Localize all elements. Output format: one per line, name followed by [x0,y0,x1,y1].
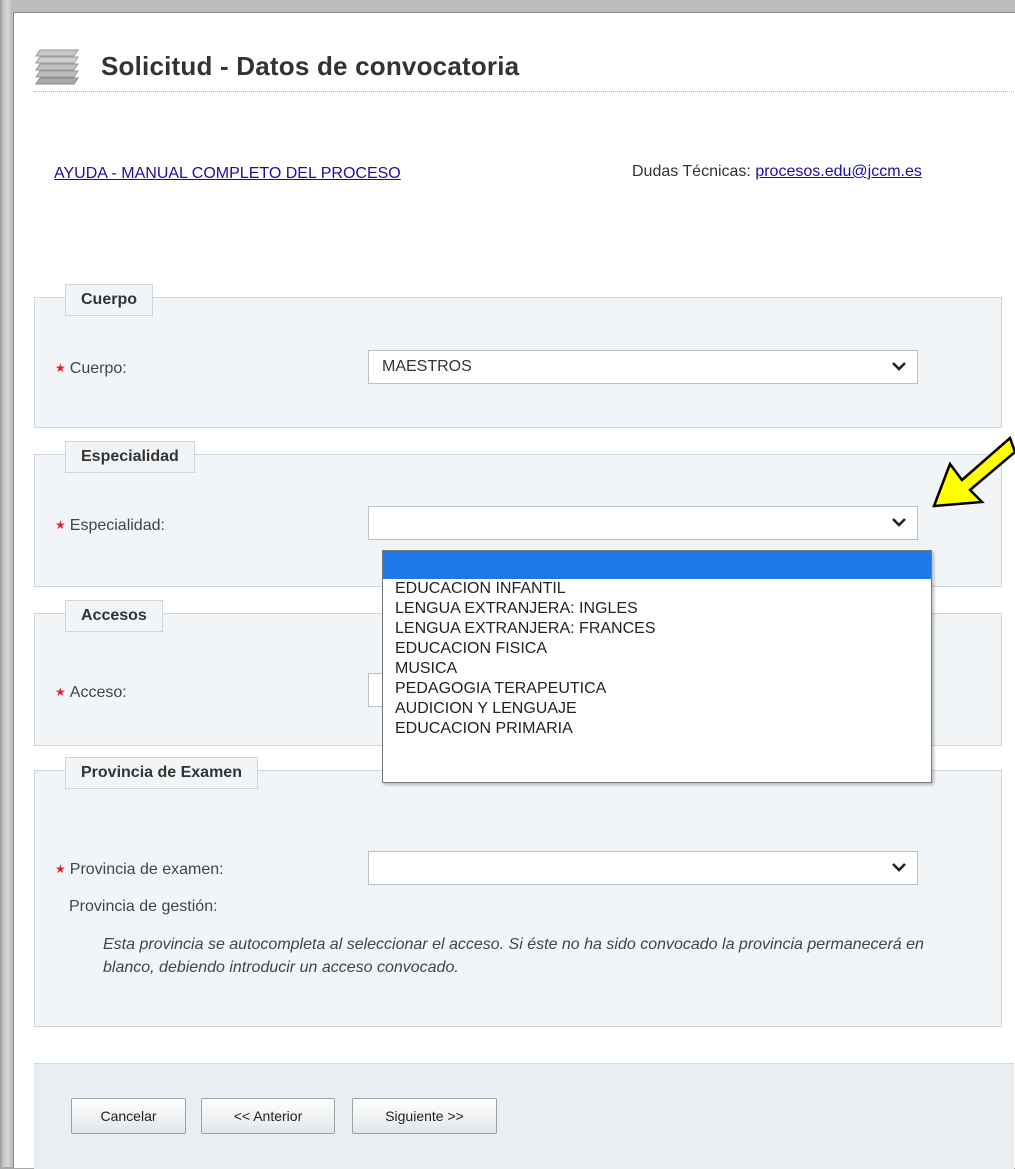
tech-support-label: Dudas Técnicas: [632,163,751,180]
especialidad-option[interactable]: EDUCACION INFANTIL [383,579,931,599]
especialidad-option[interactable]: EDUCACION PRIMARIA [383,719,931,739]
chevron-down-icon [892,863,906,872]
cuerpo-select-value: MAESTROS [382,358,472,375]
provincia-note: Esta provincia se autocompleta al selecc… [103,936,924,976]
cuerpo-label-text: Cuerpo: [69,360,127,377]
section-legend-especialidad: Especialidad [65,441,195,473]
required-star-icon: ★ [55,361,66,375]
provincia-examen-label-text: Provincia de examen: [69,861,224,878]
form-page: Solicitud - Datos de convocatoria AYUDA … [13,12,1015,1169]
stacked-papers-icon [35,49,79,85]
section-legend-provincia: Provincia de Examen [65,757,258,789]
form-footer: Cancelar << Anterior Siguiente >> [34,1063,1014,1169]
provincia-gestion-label: Provincia de gestión: [69,898,218,915]
especialidad-label-text: Especialidad: [69,517,165,534]
especialidad-dropdown-list: EDUCACION INFANTIL LENGUA EXTRANJERA: ING… [382,550,932,783]
section-legend-cuerpo: Cuerpo [65,284,153,316]
especialidad-option[interactable] [383,551,931,579]
annotation-arrow-icon [932,435,1015,508]
especialidad-option[interactable]: AUDICION Y LENGUAJE [383,699,931,719]
acceso-label-text: Acceso: [69,684,127,701]
page-title: Solicitud - Datos de convocatoria [101,51,520,81]
cuerpo-label: ★ Cuerpo: [55,360,127,378]
acceso-label: ★ Acceso: [55,684,127,702]
required-star-icon: ★ [55,685,66,699]
especialidad-option[interactable]: MUSICA [383,659,931,679]
section-legend-accesos: Accesos [65,600,163,632]
help-manual-link[interactable]: AYUDA - MANUAL COMPLETO DEL PROCESO [54,163,414,184]
next-button[interactable]: Siguiente >> [352,1098,497,1134]
especialidad-option[interactable]: PEDAGOGIA TERAPEUTICA [383,679,931,699]
required-star-icon: ★ [55,862,66,876]
especialidad-option[interactable]: EDUCACION FISICA [383,639,931,659]
especialidad-option[interactable]: LENGUA EXTRANJERA: FRANCES [383,619,931,639]
especialidad-label: ★ Especialidad: [55,517,165,535]
chevron-down-icon [892,362,906,371]
especialidad-select[interactable] [368,506,918,540]
cuerpo-select[interactable]: MAESTROS [368,350,918,384]
cancel-button[interactable]: Cancelar [71,1098,186,1134]
tech-support-email-link[interactable]: procesos.edu@jccm.es [755,163,922,180]
provincia-examen-label: ★ Provincia de examen: [55,861,224,879]
page-header: Solicitud - Datos de convocatoria [34,31,1014,92]
chevron-down-icon [892,518,906,527]
tech-support: Dudas Técnicas: procesos.edu@jccm.es [632,163,922,181]
previous-button[interactable]: << Anterior [201,1098,335,1134]
provincia-examen-select[interactable] [368,851,918,885]
required-star-icon: ★ [55,518,66,532]
section-cuerpo: Cuerpo ★ Cuerpo: MAESTROS [34,284,1002,428]
especialidad-option[interactable]: LENGUA EXTRANJERA: INGLES [383,599,931,619]
